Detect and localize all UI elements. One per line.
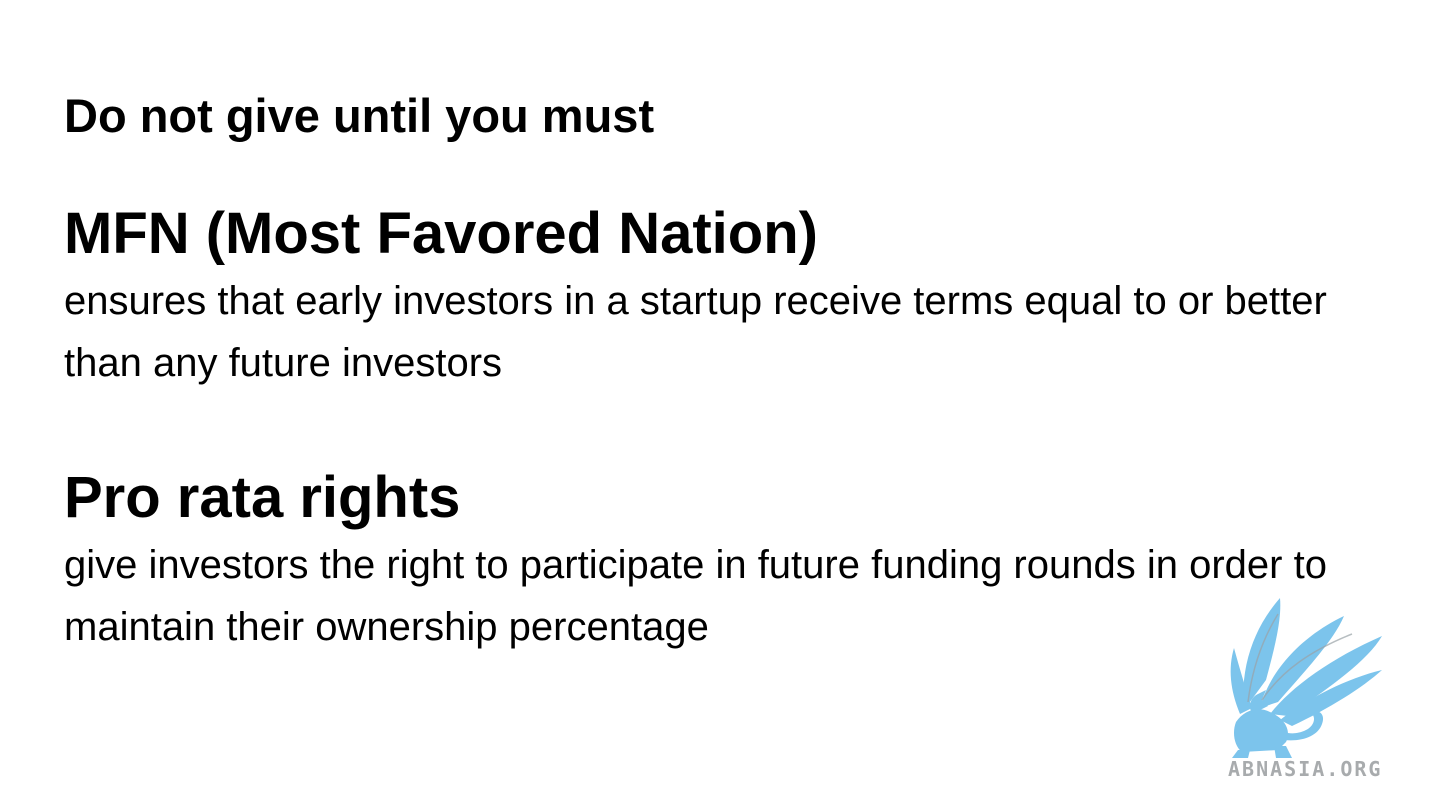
griffin-logo-icon (1230, 598, 1382, 758)
watermark-text: ABNASIA.ORG (1228, 757, 1383, 781)
pro-rata-description: give investors the right to participate … (64, 543, 1327, 649)
pro-rata-section: Pro rata rights give investors the right… (64, 462, 1374, 658)
mfn-section: MFN (Most Favored Nation) ensures that e… (64, 198, 1374, 394)
pro-rata-title: Pro rata rights (64, 465, 461, 530)
slide: Do not give until you must MFN (Most Fav… (0, 0, 1440, 810)
mfn-description: ensures that early investors in a startu… (64, 279, 1327, 385)
slide-heading: Do not give until you must (64, 89, 655, 142)
mfn-title: MFN (Most Favored Nation) (64, 201, 818, 266)
